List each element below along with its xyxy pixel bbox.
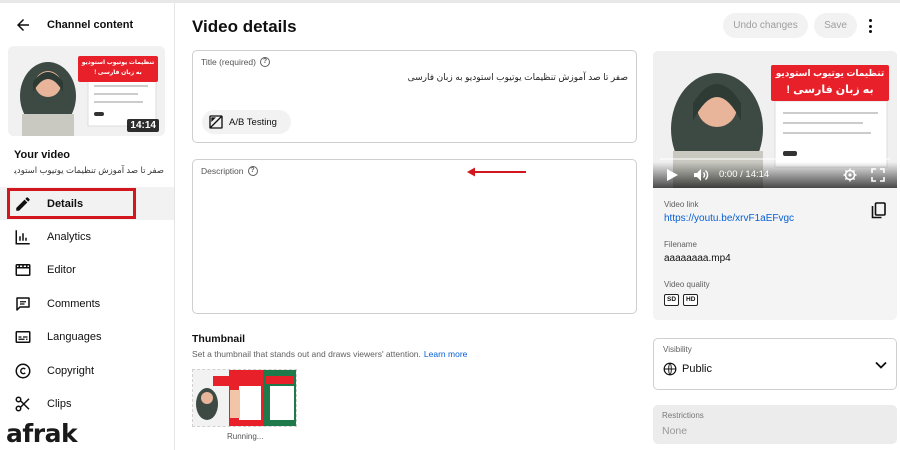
title-field[interactable]: Title (required) ? صفر تا صد آموزش تنظیم… [192,50,637,143]
hd-badge-icon: HD [683,294,699,306]
title-input-value[interactable]: صفر تا صد آموزش تنظیمات یوتیوب استودیو ب… [408,72,628,83]
copyright-icon [15,363,31,379]
sidebar-item-label: Clips [47,398,72,411]
save-button[interactable]: Save [814,13,857,38]
back-arrow-icon[interactable] [14,16,32,34]
restrictions-field: Restrictions None [653,405,897,444]
filename-value: aaaaaaaa.mp4 [664,253,731,264]
sidebar-item-label: Comments [47,297,101,310]
sidebar-item-analytics[interactable]: Analytics [0,220,174,253]
undo-changes-button[interactable]: Undo changes [723,13,808,38]
visibility-value: Public [682,363,712,375]
your-video-heading: Your video [14,149,71,161]
preview-banner-line2: به زبان فارسی ! [786,84,874,96]
sidebar-nav: Details Analytics Editor Comments Langua… [0,187,174,421]
sidebar-item-label: Copyright [47,364,95,377]
globe-icon [663,362,677,376]
thumbnail-subtext: Set a thumbnail that stands out and draw… [192,349,467,359]
ab-testing-button[interactable]: A/B Testing [202,110,291,134]
ab-testing-label: A/B Testing [229,116,277,128]
visibility-label: Visibility [663,345,692,354]
video-preview-card: تنظیمات یوتیوب استودیو به زبان فارسی ! 0… [653,51,897,320]
thumbnail-test-status: Running... [227,432,264,441]
sidebar-item-copyright[interactable]: Copyright [0,354,174,387]
more-options-icon[interactable] [864,15,876,37]
video-time-readout: 0:00 / 14:14 [719,169,770,180]
sidebar-item-comments[interactable]: Comments [0,287,174,320]
back-label: Channel content [47,19,134,31]
analytics-icon [15,230,30,245]
description-field-label: Description ? [201,166,258,176]
sidebar-item-label: Languages [47,331,102,344]
volume-icon[interactable] [693,168,709,182]
thumbnail-variants-image [193,370,296,426]
ab-testing-icon [209,115,223,129]
afrak-watermark-logo: afrak [6,419,78,448]
visibility-dropdown[interactable]: Visibility Public [653,338,897,390]
sidebar-video-thumbnail[interactable]: 14:14 تنظیمات یوتیوب استودیو به زبان فار… [8,46,165,136]
video-quality-label: Video quality [664,280,710,289]
video-player[interactable]: تنظیمات یوتیوب استودیو به زبان فارسی ! 0… [653,51,897,188]
sidebar-item-editor[interactable]: Editor [0,254,174,287]
help-icon[interactable]: ? [259,57,270,67]
sidebar-item-label: Analytics [47,231,92,244]
settings-gear-icon[interactable] [843,168,857,182]
video-duration-badge: 14:14 [127,119,159,132]
video-quality-badges: SD HD [664,294,699,306]
annotation-arrow-icon [467,167,526,177]
description-field[interactable]: Description ? [192,159,637,314]
sidebar-item-clips[interactable]: Clips [0,387,174,420]
video-controls-bar [653,162,897,188]
page-title: Video details [192,17,297,36]
annotation-highlight-box [7,188,136,219]
sidebar-item-languages[interactable]: Languages [0,321,174,354]
restrictions-label: Restrictions [662,411,704,420]
thumbnail-heading: Thumbnail [192,333,246,345]
video-link-label: Video link [664,200,699,209]
your-video-title: صفر تا صد آموزش تنظیمات یوتیوب استودیو ب… [14,165,164,175]
sd-badge-icon: SD [664,294,680,306]
video-progress-bar[interactable] [660,158,890,160]
sidebar-item-details[interactable]: Details [0,187,174,221]
scissors-icon [15,396,30,412]
fullscreen-icon[interactable] [871,168,885,182]
video-link[interactable]: https://youtu.be/xrvF1aEFvgc [664,213,794,224]
thumbnail-banner-text: تنظیمات یوتیوب استودیو به زبان فارسی ! [81,60,155,76]
preview-banner-line1: تنظیمات یوتیوب استودیو [775,68,885,78]
help-icon[interactable]: ? [247,166,258,176]
thumbnail-test-preview[interactable] [192,369,297,427]
comments-icon [16,297,30,311]
title-label-text: Title (required) [201,57,256,67]
copy-icon[interactable] [871,202,886,219]
chevron-down-icon [875,361,887,369]
learn-more-link[interactable]: Learn more [424,349,467,359]
filename-label: Filename [664,240,697,249]
play-icon[interactable] [666,169,678,181]
sidebar-item-label: Editor [47,264,76,277]
restrictions-value: None [662,425,688,437]
back-to-channel-content[interactable]: Channel content [14,15,133,35]
languages-icon [15,331,31,344]
thumbnail-subtext-text: Set a thumbnail that stands out and draw… [192,349,421,359]
title-field-label: Title (required) ? [201,57,270,67]
description-label-text: Description [201,166,244,176]
editor-icon [15,264,31,277]
sidebar: Channel content 14:14 تنظیمات یوتیوب است… [0,3,175,450]
